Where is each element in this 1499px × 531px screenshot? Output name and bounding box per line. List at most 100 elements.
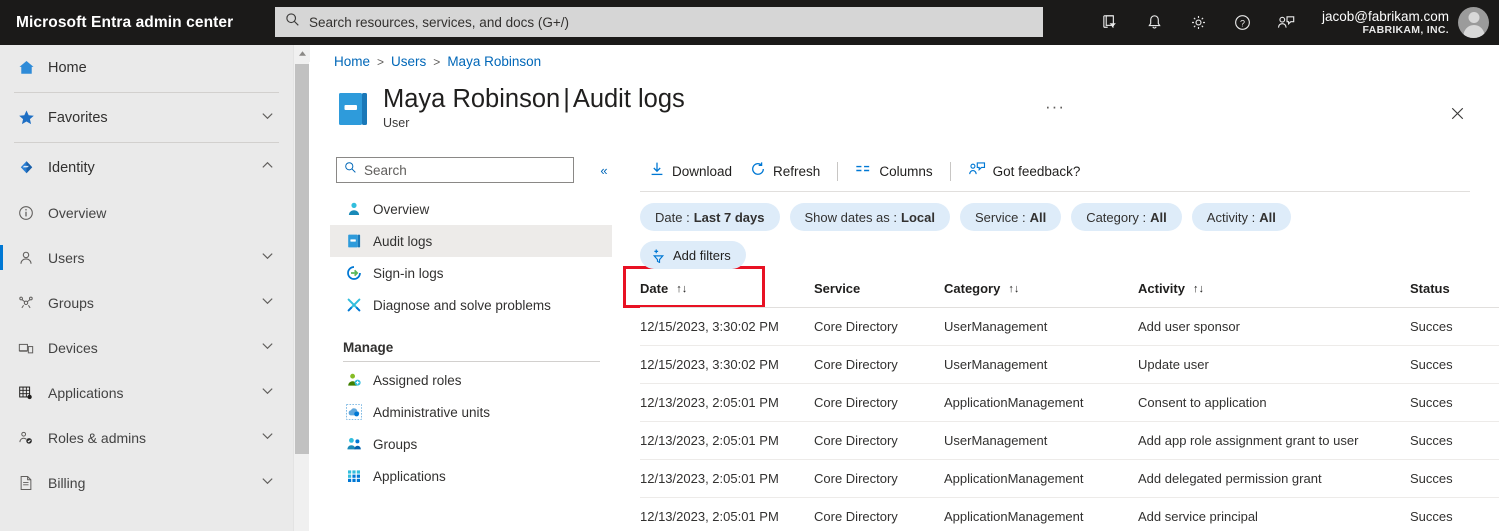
feedback-person-icon[interactable] (1264, 0, 1308, 45)
resource-menu-item-assigned-roles[interactable]: Assigned roles (330, 364, 612, 396)
chevron-down-icon[interactable] (260, 473, 275, 493)
sidebar-divider (14, 142, 279, 143)
cell-status: Succes (1410, 395, 1453, 410)
add-filters-label: Add filters (673, 247, 731, 263)
filter-pill-label: Activity : (1206, 209, 1256, 225)
account-org: FABRIKAM, INC. (1362, 24, 1449, 37)
sidebar-item-users[interactable]: Users (0, 235, 293, 280)
more-options-button[interactable]: ··· (1045, 97, 1065, 117)
table-row[interactable]: 12/15/2023, 3:30:02 PM Core Directory Us… (640, 308, 1499, 346)
sidebar-item-identity[interactable]: Identity (0, 145, 293, 190)
sidebar-item-devices[interactable]: Devices (0, 325, 293, 370)
scroll-up-arrow-icon[interactable] (294, 45, 310, 62)
directories-filter-icon[interactable] (1088, 0, 1132, 45)
cell-service: Core Directory (814, 357, 898, 372)
download-button[interactable]: Download (640, 156, 741, 186)
user-overview-icon (343, 201, 364, 217)
settings-gear-icon[interactable] (1176, 0, 1220, 45)
resource-menu-item-administrative-units[interactable]: Administrative units (330, 396, 612, 428)
global-search-input[interactable]: Search resources, services, and docs (G+… (275, 7, 1043, 37)
columns-button[interactable]: Columns (846, 156, 941, 186)
table-row[interactable]: 12/15/2023, 3:30:02 PM Core Directory Us… (640, 346, 1499, 384)
sidebar-scrollbar[interactable] (293, 45, 310, 531)
avatar[interactable] (1458, 7, 1489, 38)
chevron-up-icon[interactable] (260, 158, 275, 178)
roles-admins-icon (12, 429, 40, 447)
notifications-bell-icon[interactable] (1132, 0, 1176, 45)
sidebar-item-home[interactable]: Home (0, 45, 293, 90)
column-header-label: Date (640, 281, 669, 296)
column-header-date[interactable]: Date ↑↓ (640, 281, 814, 308)
audit-logs-book-icon (336, 91, 370, 127)
chevron-down-icon[interactable] (260, 248, 275, 268)
breadcrumb-item-maya-robinson[interactable]: Maya Robinson (447, 54, 541, 69)
user-icon (12, 249, 40, 267)
column-header-category[interactable]: Category ↑↓ (944, 281, 1138, 308)
sidebar-item-favorites[interactable]: Favorites (0, 95, 293, 140)
applications-grid-icon (12, 384, 40, 402)
cell-activity: Add service principal (1138, 509, 1258, 524)
sort-arrows-icon[interactable]: ↑↓ (676, 283, 687, 295)
chevron-down-icon[interactable] (260, 383, 275, 403)
table-row[interactable]: 12/13/2023, 2:05:01 PM Core Directory Ap… (640, 498, 1499, 531)
resource-menu-item-sign-in-logs[interactable]: Sign-in logs (330, 257, 612, 289)
chevron-down-icon[interactable] (260, 428, 275, 448)
refresh-button[interactable]: Refresh (741, 156, 829, 186)
collapse-menu-button[interactable]: « (593, 159, 615, 181)
close-blade-button[interactable] (1445, 101, 1469, 125)
command-bar-divider (640, 191, 1470, 192)
resource-menu-item-diagnose-and-solve-problems[interactable]: Diagnose and solve problems (330, 289, 612, 321)
sidebar-item-groups[interactable]: Groups (0, 280, 293, 325)
filter-pill-value: Local (901, 209, 935, 225)
cell-status: Succes (1410, 357, 1453, 372)
column-header-status[interactable]: Status (1410, 281, 1499, 308)
breadcrumb: Home > Users > Maya Robinson (334, 54, 541, 69)
table-row[interactable]: 12/13/2023, 2:05:01 PM Core Directory Us… (640, 422, 1499, 460)
resource-menu-search-input[interactable]: Search (336, 157, 574, 183)
sidebar-item-billing[interactable]: Billing (0, 460, 293, 505)
resource-menu-item-applications[interactable]: Applications (330, 460, 612, 492)
download-label: Download (672, 163, 733, 179)
column-header-activity[interactable]: Activity ↑↓ (1138, 281, 1410, 308)
resource-menu-item-overview[interactable]: Overview (330, 193, 612, 225)
resource-menu-search-placeholder: Search (364, 162, 407, 178)
resource-menu-group-manage: Manage (343, 340, 394, 355)
resource-menu-item-audit-logs[interactable]: Audit logs (330, 225, 612, 257)
resource-menu-item-groups[interactable]: Groups (330, 428, 612, 460)
add-filters-button[interactable]: Add filters (640, 241, 746, 269)
got-feedback-button[interactable]: Got feedback? (959, 156, 1090, 186)
svg-text:?: ? (1239, 18, 1244, 28)
sidebar-label: Applications (48, 384, 124, 401)
sidebar-item-overview[interactable]: Overview (0, 190, 293, 235)
help-question-icon[interactable]: ? (1220, 0, 1264, 45)
sidebar-item-roles-admins[interactable]: Roles & admins (0, 415, 293, 460)
account-menu[interactable]: jacob@fabrikam.com FABRIKAM, INC. (1308, 0, 1499, 45)
filter-pill-activity[interactable]: Activity : All (1191, 203, 1291, 231)
resource-menu-label: Sign-in logs (373, 265, 444, 281)
breadcrumb-item-users[interactable]: Users (391, 54, 426, 69)
cell-service: Core Directory (814, 395, 898, 410)
table-row[interactable]: 12/13/2023, 2:05:01 PM Core Directory Ap… (640, 460, 1499, 498)
table-header: Date ↑↓ Service Category ↑↓ Activity ↑↓ … (640, 281, 1499, 308)
sidebar-label: Groups (48, 294, 94, 311)
search-icon (344, 161, 357, 179)
column-header-service[interactable]: Service (814, 281, 944, 308)
table-row[interactable]: 12/13/2023, 2:05:01 PM Core Directory Ap… (640, 384, 1499, 422)
app-brand-title: Microsoft Entra admin center (16, 13, 234, 31)
chevron-down-icon[interactable] (260, 293, 275, 313)
sidebar-scrollbar-thumb[interactable] (295, 64, 309, 454)
filter-pill-service[interactable]: Service : All (959, 203, 1062, 231)
filter-pill-show-dates-as[interactable]: Show dates as : Local (789, 203, 950, 231)
sidebar-label: Overview (48, 204, 107, 221)
cell-status: Succes (1410, 319, 1453, 334)
sort-arrows-icon[interactable]: ↑↓ (1008, 283, 1019, 295)
filter-pill-date[interactable]: Date : Last 7 days (640, 203, 780, 231)
chevron-down-icon[interactable] (260, 338, 275, 358)
sidebar-item-applications[interactable]: Applications (0, 370, 293, 415)
breadcrumb-item-home[interactable]: Home (334, 54, 370, 69)
cell-date: 12/13/2023, 2:05:01 PM (640, 509, 779, 524)
chevron-down-icon[interactable] (260, 108, 275, 128)
primary-sidebar: Home Favorites Identity Overview Users G… (0, 45, 293, 531)
filter-pill-category[interactable]: Category : All (1071, 203, 1182, 231)
sort-arrows-icon[interactable]: ↑↓ (1193, 283, 1204, 295)
